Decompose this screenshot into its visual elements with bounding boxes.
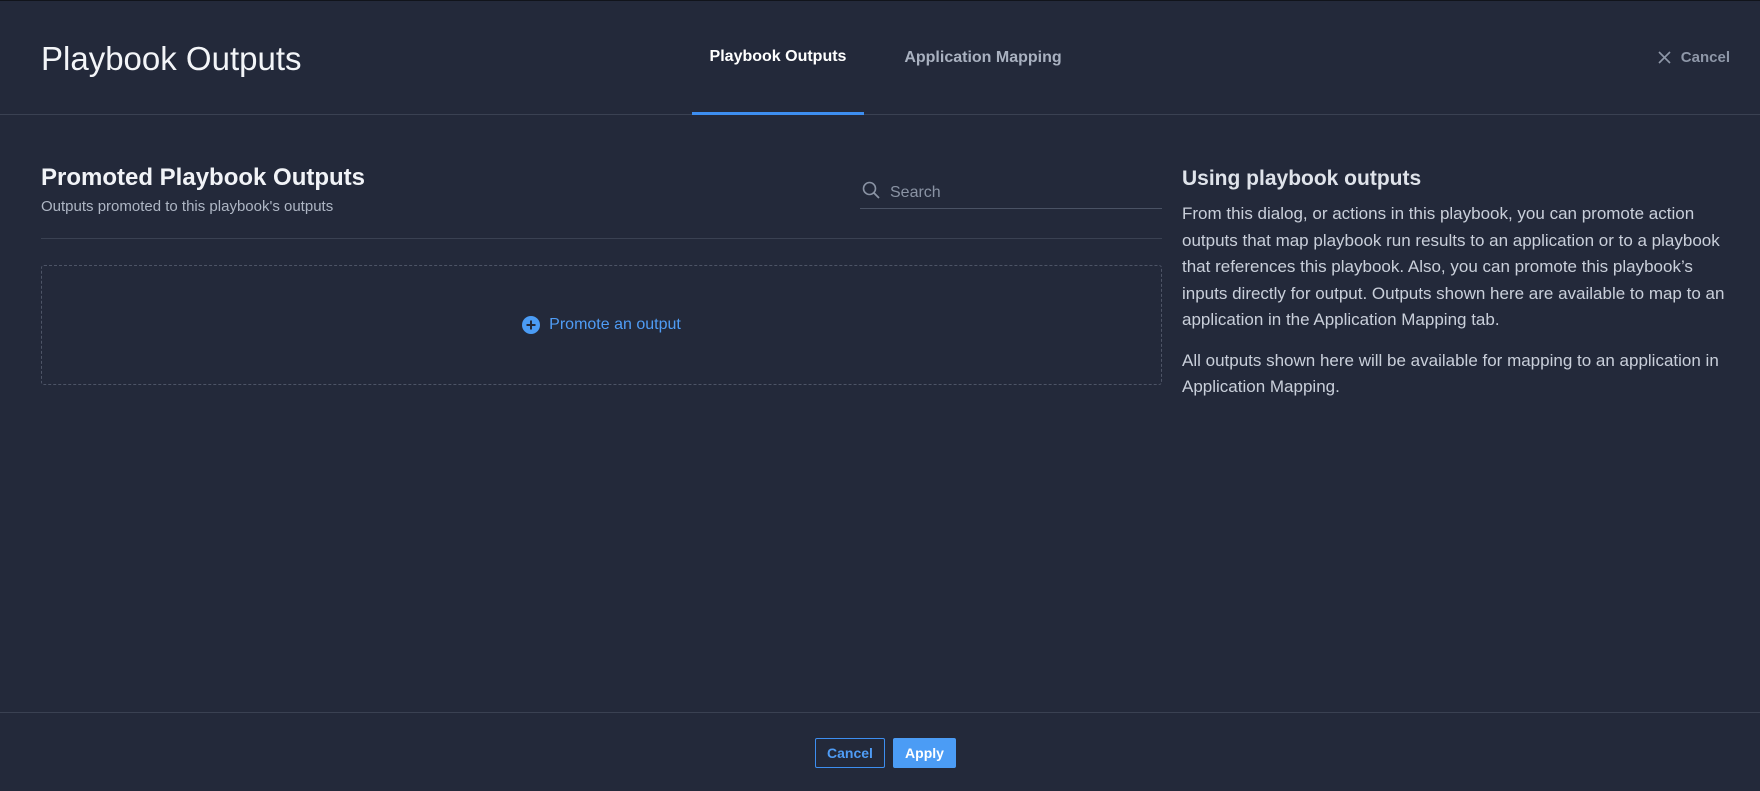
- section-divider: [41, 238, 1162, 239]
- info-title: Using playbook outputs: [1182, 167, 1422, 190]
- info-body: From this dialog, or actions in this pla…: [1182, 201, 1732, 415]
- cancel-button[interactable]: Cancel: [815, 738, 885, 768]
- header-cancel-button[interactable]: Cancel: [1658, 49, 1730, 66]
- tab-application-mapping[interactable]: Application Mapping: [892, 1, 1074, 115]
- plus-circle-icon: [522, 316, 541, 334]
- info-paragraph: All outputs shown here will be available…: [1182, 350, 1719, 397]
- tab-playbook-outputs[interactable]: Playbook Outputs: [692, 1, 864, 115]
- search-field[interactable]: [860, 177, 1162, 209]
- dialog-header: Playbook Outputs Playbook Outputs Applic…: [0, 1, 1760, 115]
- section-subtitle: Outputs promoted to this playbook's outp…: [41, 198, 334, 215]
- search-icon: [862, 181, 880, 204]
- dialog-title: Playbook Outputs: [41, 40, 302, 77]
- apply-button[interactable]: Apply: [893, 738, 956, 768]
- promote-output-button[interactable]: Promote an output: [522, 316, 681, 334]
- search-input[interactable]: [890, 183, 1150, 202]
- section-title: Promoted Playbook Outputs: [41, 164, 366, 191]
- info-paragraph: From this dialog, or actions in this pla…: [1182, 204, 1725, 329]
- dialog-footer: Cancel Apply: [0, 712, 1760, 791]
- playbook-outputs-dialog: Playbook Outputs Playbook Outputs Applic…: [0, 0, 1760, 791]
- promote-output-dropzone: Promote an output: [41, 265, 1162, 385]
- promote-output-label: Promote an output: [549, 316, 681, 333]
- close-icon: [1658, 51, 1671, 64]
- header-cancel-label: Cancel: [1680, 49, 1730, 66]
